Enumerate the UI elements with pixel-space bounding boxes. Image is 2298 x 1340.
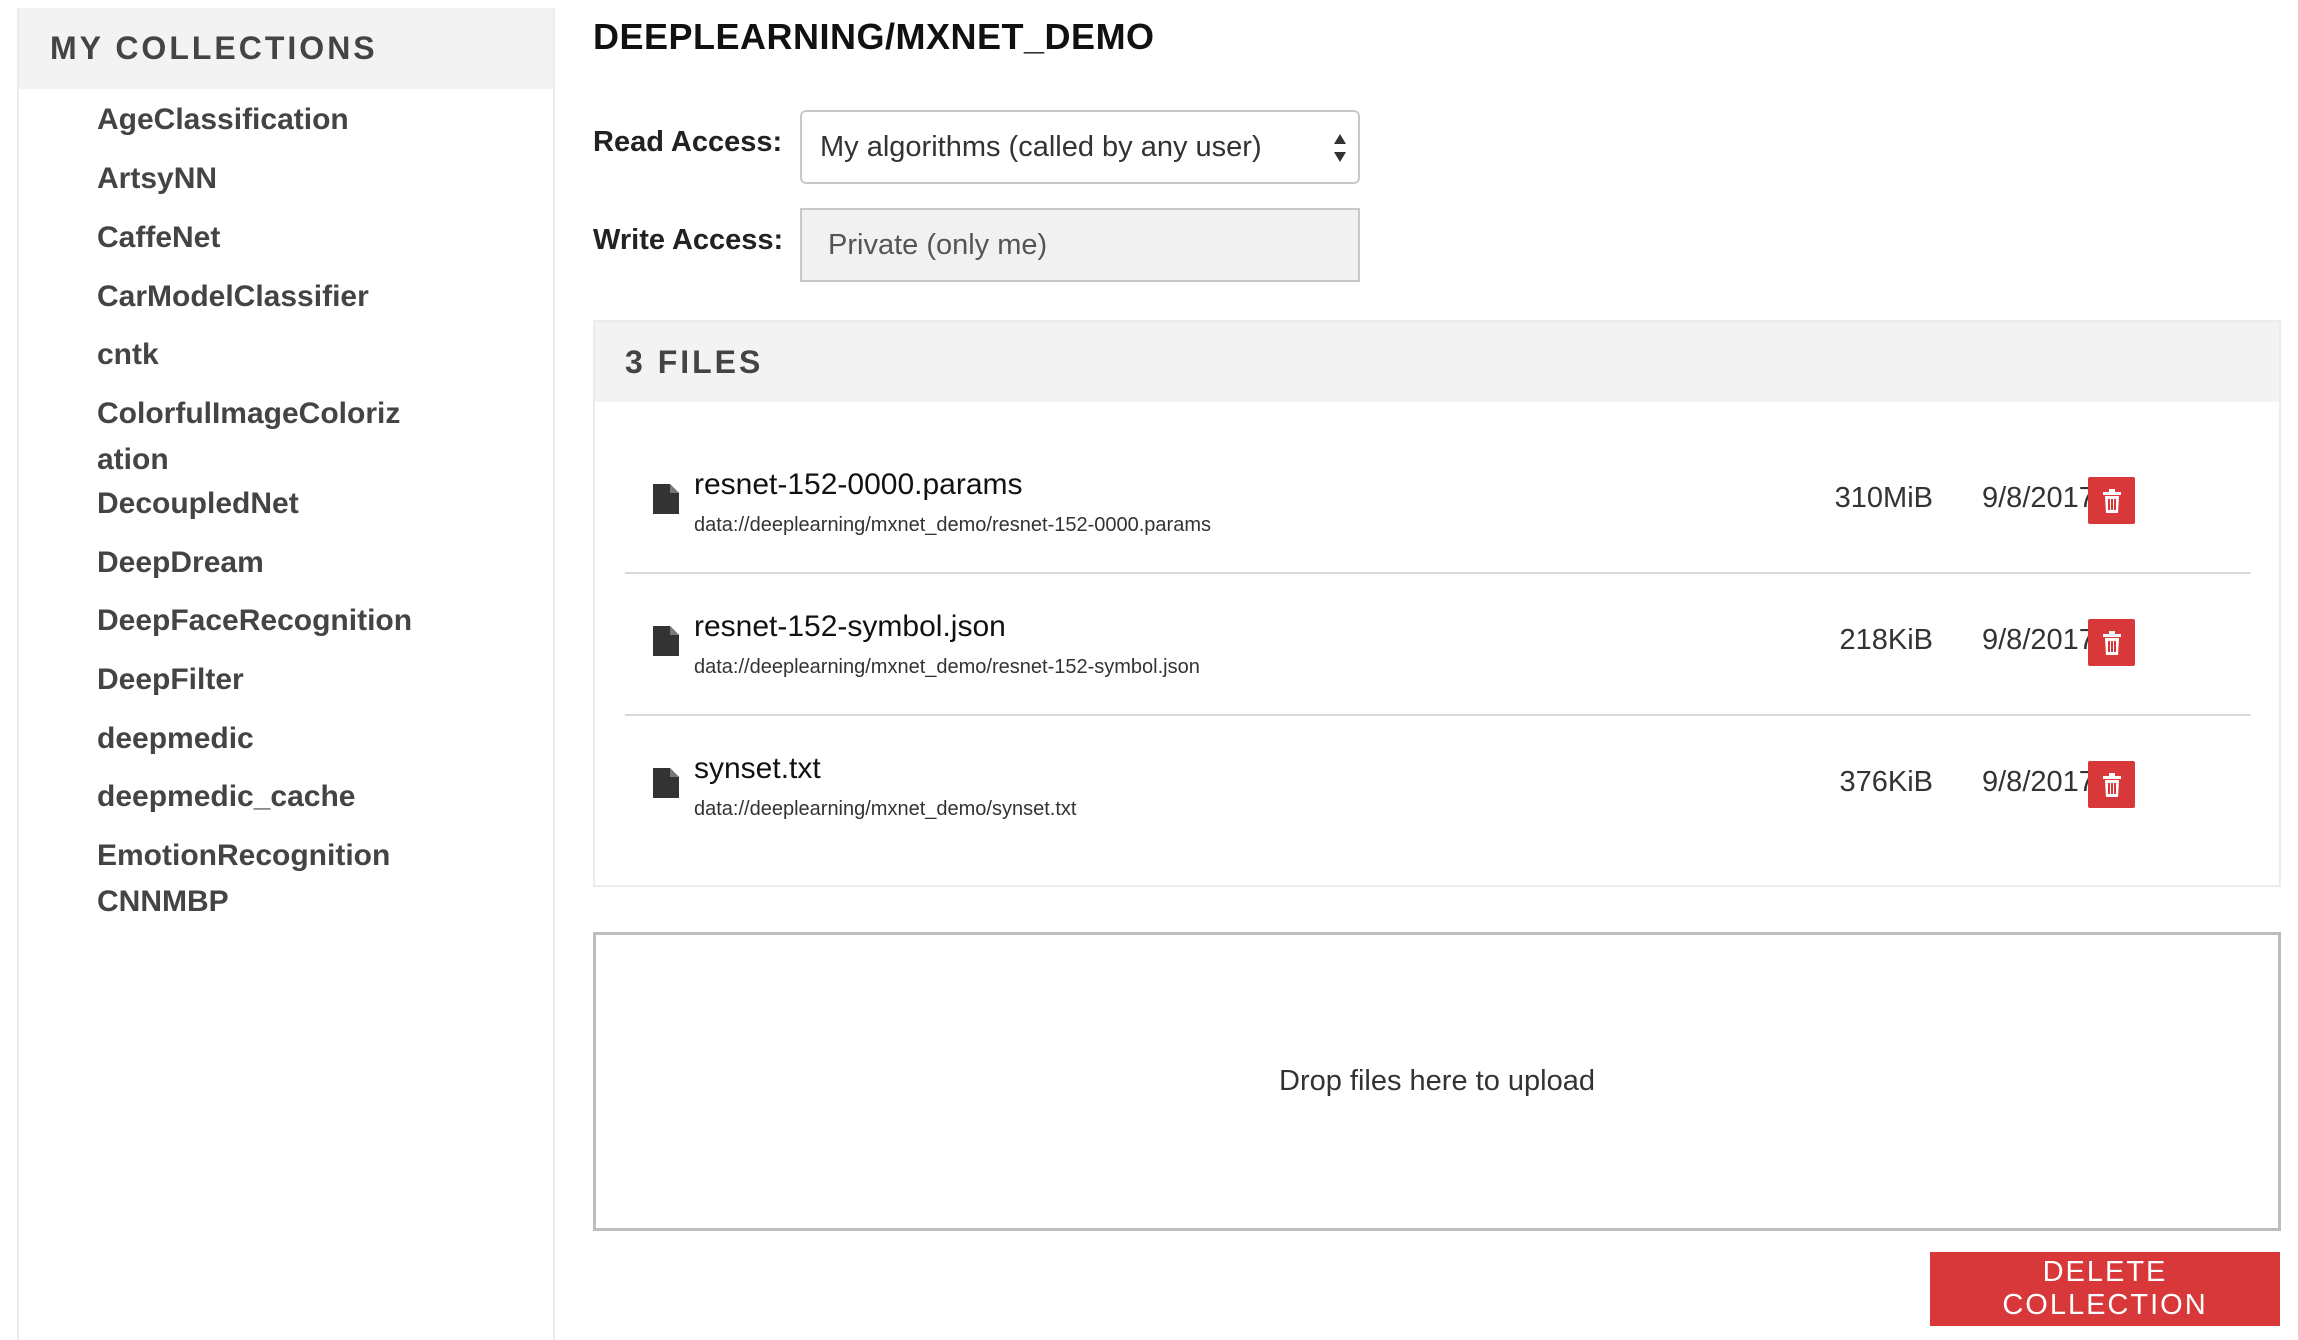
file-size: 310MiB xyxy=(1834,482,1933,514)
trash-icon xyxy=(2102,772,2121,797)
delete-collection-button[interactable]: DELETE COLLECTION xyxy=(1930,1252,2280,1326)
delete-file-button[interactable] xyxy=(2088,761,2135,808)
file-row[interactable]: resnet-152-0000.params data://deeplearni… xyxy=(625,430,2251,574)
file-name[interactable]: synset.txt xyxy=(694,752,821,786)
file-size: 218KiB xyxy=(1839,624,1933,656)
files-count-header: 3 FILES xyxy=(595,322,2279,402)
write-access-label: Write Access: xyxy=(593,224,784,256)
file-date: 9/8/2017 xyxy=(1982,766,2095,798)
sidebar-item-deepmedic-cache[interactable]: deepmedic_cache xyxy=(97,774,437,820)
file-name[interactable]: resnet-152-symbol.json xyxy=(694,610,1006,644)
page-title: DEEPLEARNING/MXNET_DEMO xyxy=(593,16,1155,57)
write-access-field: Private (only me) xyxy=(800,208,1360,282)
select-arrows-icon xyxy=(1334,134,1346,162)
sidebar-header: MY COLLECTIONS xyxy=(19,8,553,89)
sidebar-item-carmodelclassifier[interactable]: CarModelClassifier xyxy=(97,274,437,320)
sidebar-item-cntk[interactable]: cntk xyxy=(97,332,437,378)
read-access-select[interactable]: My algorithms (called by any user) xyxy=(800,110,1360,184)
upload-dropzone[interactable]: Drop files here to upload xyxy=(593,932,2281,1231)
collections-sidebar: MY COLLECTIONS AgeClassification ArtsyNN… xyxy=(17,8,555,1340)
file-row[interactable]: synset.txt data://deeplearning/mxnet_dem… xyxy=(625,714,2251,856)
file-icon xyxy=(653,768,679,798)
trash-icon xyxy=(2102,488,2121,513)
file-size: 376KiB xyxy=(1839,766,1933,798)
sidebar-item-decouplednet[interactable]: DecoupledNet xyxy=(97,481,437,527)
sidebar-item-ageclassification[interactable]: AgeClassification xyxy=(97,97,437,143)
file-name[interactable]: resnet-152-0000.params xyxy=(694,468,1023,502)
sidebar-item-caffenet[interactable]: CaffeNet xyxy=(97,215,437,261)
files-panel: 3 FILES resnet-152-0000.params data://de… xyxy=(593,320,2281,887)
sidebar-item-deepmedic[interactable]: deepmedic xyxy=(97,716,437,762)
file-date: 9/8/2017 xyxy=(1982,624,2095,656)
file-icon xyxy=(653,484,679,514)
file-row[interactable]: resnet-152-symbol.json data://deeplearni… xyxy=(625,572,2251,716)
sidebar-item-deepdream[interactable]: DeepDream xyxy=(97,540,437,586)
file-path: data://deeplearning/mxnet_demo/synset.tx… xyxy=(694,798,1077,820)
trash-icon xyxy=(2102,630,2121,655)
write-access-value: Private (only me) xyxy=(828,228,1048,261)
dropzone-text: Drop files here to upload xyxy=(1279,1065,1595,1097)
file-icon xyxy=(653,626,679,656)
page: MY COLLECTIONS AgeClassification ArtsyNN… xyxy=(0,0,2298,1340)
delete-file-button[interactable] xyxy=(2088,619,2135,666)
delete-file-button[interactable] xyxy=(2088,477,2135,524)
sidebar-item-deepfacerecognition[interactable]: DeepFaceRecognition xyxy=(97,598,437,644)
sidebar-item-artsynn[interactable]: ArtsyNN xyxy=(97,156,437,202)
sidebar-item-colorfulimagecolorization[interactable]: ColorfulImageColorization xyxy=(97,391,407,483)
file-path: data://deeplearning/mxnet_demo/resnet-15… xyxy=(694,514,1211,536)
file-path: data://deeplearning/mxnet_demo/resnet-15… xyxy=(694,656,1200,678)
read-access-value: My algorithms (called by any user) xyxy=(820,130,1262,163)
read-access-label: Read Access: xyxy=(593,126,783,158)
file-date: 9/8/2017 xyxy=(1982,482,2095,514)
sidebar-item-emotionrecognitioncnnmbp[interactable]: EmotionRecognitionCNNMBP xyxy=(97,833,407,925)
sidebar-item-deepfilter[interactable]: DeepFilter xyxy=(97,657,437,703)
